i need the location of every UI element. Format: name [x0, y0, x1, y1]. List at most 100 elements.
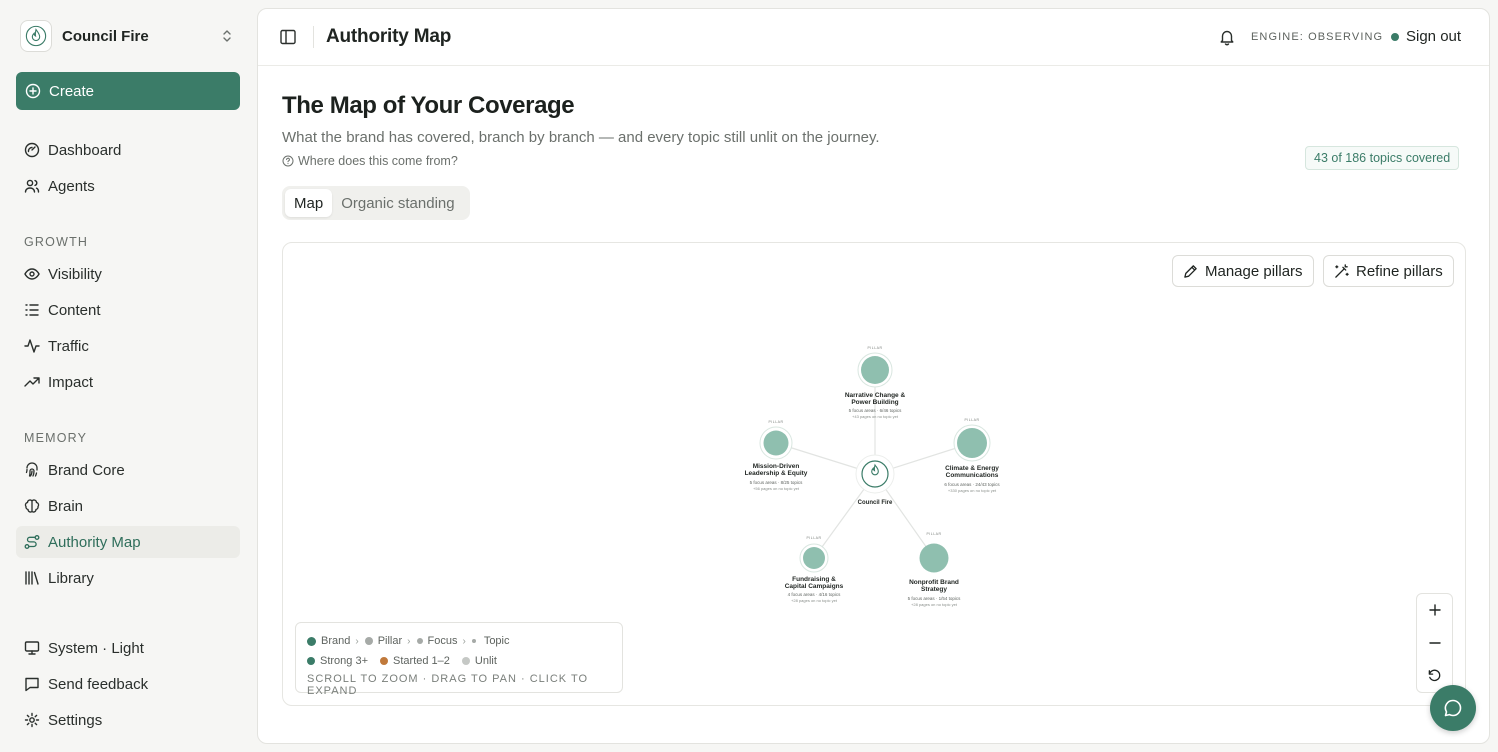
legend-item: Strong 3+	[307, 655, 368, 667]
sidebar-item-label: Visibility	[48, 265, 102, 283]
create-button[interactable]: Create	[16, 72, 240, 110]
notifications-button[interactable]	[1218, 28, 1236, 46]
divider	[313, 26, 314, 48]
minus-icon	[1428, 642, 1441, 644]
pillar-node[interactable]: PILLAR Narrative Change & Power Building…	[845, 346, 906, 419]
pillar-node[interactable]: PILLAR Nonprofit Brand Strategy 5 focus …	[908, 532, 962, 607]
help-circle-icon	[282, 155, 294, 167]
legend-hierarchy: Brand › Pillar › Focus › Topic	[307, 631, 611, 651]
sidebar-item-agents[interactable]: Agents	[16, 170, 240, 202]
pillar-title-line: Climate & Energy	[945, 465, 999, 472]
users-icon	[24, 178, 40, 194]
pillar-note: +28 pages on no topic yet	[791, 598, 838, 603]
pillar-note: +28 pages on no topic yet	[911, 602, 958, 607]
pillar-stats: 5 focus areas · 6/46 topics	[849, 408, 903, 413]
sidebar-item-theme[interactable]: System · Light	[16, 632, 240, 664]
pillar-title-line: Leadership & Equity	[745, 470, 808, 477]
pillar-node-circle	[861, 356, 889, 384]
sidebar-item-dashboard[interactable]: Dashboard	[16, 134, 240, 166]
route-icon	[24, 534, 40, 550]
org-name: Council Fire	[62, 27, 149, 45]
message-icon	[24, 676, 40, 692]
sidebar-item-send-feedback[interactable]: Send feedback	[16, 668, 240, 700]
pillar-title-line: Capital Campaigns	[785, 583, 844, 590]
chevron-right-icon: ›	[407, 635, 411, 647]
legend-item: Started 1–2	[380, 655, 450, 667]
eye-icon	[24, 266, 40, 282]
brand-node[interactable]: Council Fire	[855, 454, 895, 506]
pillar-title-line: Power Building	[851, 399, 898, 406]
zoom-out-button[interactable]	[1417, 627, 1452, 660]
pillar-stats: 6 focus areas · 24/43 topics	[944, 482, 1000, 487]
source-info-link[interactable]: Where does this come from?	[282, 154, 458, 168]
pillar-title-line: Fundraising &	[792, 576, 836, 583]
plus-icon	[1428, 604, 1441, 617]
pillar-stats: 5 focus areas · 8/25 topics	[750, 480, 804, 485]
sidebar-item-traffic[interactable]: Traffic	[16, 330, 240, 362]
sidebar-item-label: Impact	[48, 373, 94, 391]
pillar-title-line: Mission-Driven	[753, 463, 800, 470]
org-switcher[interactable]: Council Fire	[16, 16, 240, 56]
sidebar-item-brain[interactable]: Brain	[16, 490, 240, 522]
refine-pillars-button[interactable]: Refine pillars	[1323, 255, 1454, 287]
top-bar: Authority Map ENGINE: OBSERVING Sign out	[258, 9, 1489, 66]
pillar-note: +330 pages on no topic yet	[948, 488, 997, 493]
refine-pillars-label: Refine pillars	[1356, 262, 1443, 280]
plus-circle-icon	[25, 83, 41, 99]
sidebar-item-visibility[interactable]: Visibility	[16, 258, 240, 290]
zoom-in-button[interactable]	[1417, 594, 1452, 627]
engine-status: ENGINE: OBSERVING	[1251, 31, 1400, 43]
map-legend: Brand › Pillar › Focus › Topic Strong 3+…	[295, 622, 623, 697]
pillar-node-circle	[919, 543, 949, 573]
legend-item: Topic	[471, 635, 510, 647]
sidebar-item-label: Library	[48, 569, 94, 587]
list-icon	[24, 302, 40, 318]
manage-pillars-label: Manage pillars	[1205, 262, 1303, 280]
manage-pillars-button[interactable]: Manage pillars	[1172, 255, 1314, 287]
pillar-title-line: Narrative Change &	[845, 392, 906, 399]
sidebar-item-label: Traffic	[48, 337, 89, 355]
chevron-right-icon: ›	[462, 635, 466, 647]
sidebar-item-label: Send feedback	[48, 675, 149, 693]
pillar-node-circle	[763, 430, 789, 456]
pillar-node[interactable]: PILLAR Fundraising & Capital Campaigns 4…	[785, 536, 844, 603]
brain-icon	[24, 498, 40, 514]
pillar-node[interactable]: PILLAR Mission-Driven Leadership & Equit…	[745, 420, 808, 491]
tab-organic-standing[interactable]: Organic standing	[332, 189, 463, 217]
org-logo	[20, 20, 52, 52]
sidebar-item-library[interactable]: Library	[16, 562, 240, 594]
sign-out-button[interactable]: Sign out	[1406, 28, 1461, 45]
sidebar-item-impact[interactable]: Impact	[16, 366, 240, 398]
zoom-controls	[1416, 593, 1453, 693]
bell-icon	[1220, 30, 1234, 46]
pillar-title-line: Nonprofit Brand	[909, 579, 959, 586]
sidebar-item-authority-map[interactable]: Authority Map	[16, 526, 240, 558]
sidebar-toggle-button[interactable]	[278, 27, 298, 47]
authority-map-canvas[interactable]: Council Fire PILLAR Narrative Change & P…	[282, 242, 1466, 706]
pillar-title-line: Communications	[946, 472, 999, 479]
trending-up-icon	[24, 374, 40, 390]
sidebar-item-label: System · Light	[48, 639, 144, 657]
legend-item: Focus	[416, 635, 457, 647]
section-title-growth: GROWTH	[24, 235, 89, 249]
sidebar-item-label: Brain	[48, 497, 84, 515]
create-label: Create	[49, 82, 95, 100]
brand-node-label: Council Fire	[858, 500, 893, 506]
pillar-node[interactable]: PILLAR Climate & Energy Communications 6…	[944, 418, 1000, 493]
engine-status-label: ENGINE: OBSERVING	[1251, 31, 1384, 43]
chat-bubble-icon	[1444, 699, 1462, 717]
pillar-node-circle	[803, 547, 825, 569]
sidebar-item-settings[interactable]: Settings	[16, 704, 240, 736]
fingerprint-icon	[24, 462, 40, 478]
pillar-stats: 5 focus areas · 1/54 topics	[908, 596, 962, 601]
sidebar: Council Fire Create Dashboard Agents GRO…	[0, 0, 256, 752]
pillar-tag: PILLAR	[926, 532, 941, 536]
section-title-memory: MEMORY	[24, 431, 88, 445]
tab-map[interactable]: Map	[285, 189, 333, 217]
coverage-badge: 43 of 186 topics covered	[1305, 146, 1460, 170]
chat-button[interactable]	[1430, 685, 1476, 731]
main-panel: Authority Map ENGINE: OBSERVING Sign out…	[257, 8, 1490, 744]
page-header-title: Authority Map	[326, 26, 452, 47]
sidebar-item-content[interactable]: Content	[16, 294, 240, 326]
sidebar-item-brand-core[interactable]: Brand Core	[16, 454, 240, 486]
